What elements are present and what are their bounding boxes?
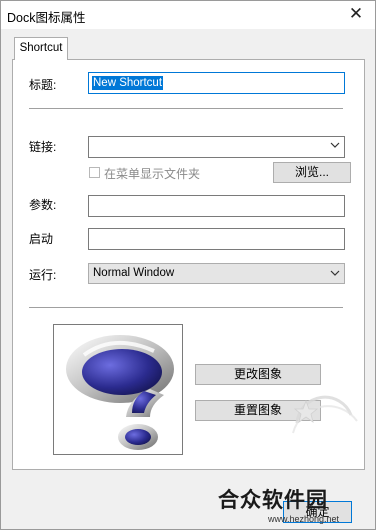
show-in-menu-checkbox[interactable] bbox=[89, 167, 100, 178]
run-mode-select[interactable]: Normal Window bbox=[88, 263, 345, 284]
start-label: 启动 bbox=[29, 232, 54, 246]
close-icon[interactable]: ✕ bbox=[345, 4, 367, 24]
params-input[interactable] bbox=[88, 195, 345, 217]
tab-shortcut[interactable]: Shortcut bbox=[14, 37, 68, 60]
title-input-value: New Shortcut bbox=[92, 76, 164, 90]
title-label: 标题: bbox=[29, 78, 57, 92]
divider-bottom bbox=[29, 307, 343, 308]
show-in-menu-label: 在菜单显示文件夹 bbox=[104, 167, 201, 181]
title-bar: Dock图标属性 ✕ bbox=[1, 1, 375, 29]
change-icon-button[interactable]: 更改图象 bbox=[195, 364, 321, 385]
start-input[interactable] bbox=[88, 228, 345, 250]
browse-button[interactable]: 浏览... bbox=[273, 162, 351, 183]
title-input[interactable]: New Shortcut bbox=[88, 72, 345, 94]
window-title: Dock图标属性 bbox=[7, 11, 86, 25]
watermark-text: 合众软件园 bbox=[218, 489, 328, 512]
params-label: 参数: bbox=[29, 198, 57, 212]
icon-preview bbox=[53, 324, 183, 455]
run-mode-value: Normal Window bbox=[93, 267, 175, 279]
run-label: 运行: bbox=[29, 268, 57, 282]
watermark-logo bbox=[292, 395, 358, 434]
divider-top bbox=[29, 108, 343, 109]
chevron-down-icon bbox=[330, 270, 340, 276]
watermark-url: www.hezhong.net bbox=[268, 514, 340, 524]
chevron-down-icon bbox=[330, 142, 340, 148]
question-mark-3d-icon bbox=[66, 335, 174, 450]
link-label: 链接: bbox=[29, 140, 57, 154]
link-combobox[interactable] bbox=[88, 136, 345, 158]
